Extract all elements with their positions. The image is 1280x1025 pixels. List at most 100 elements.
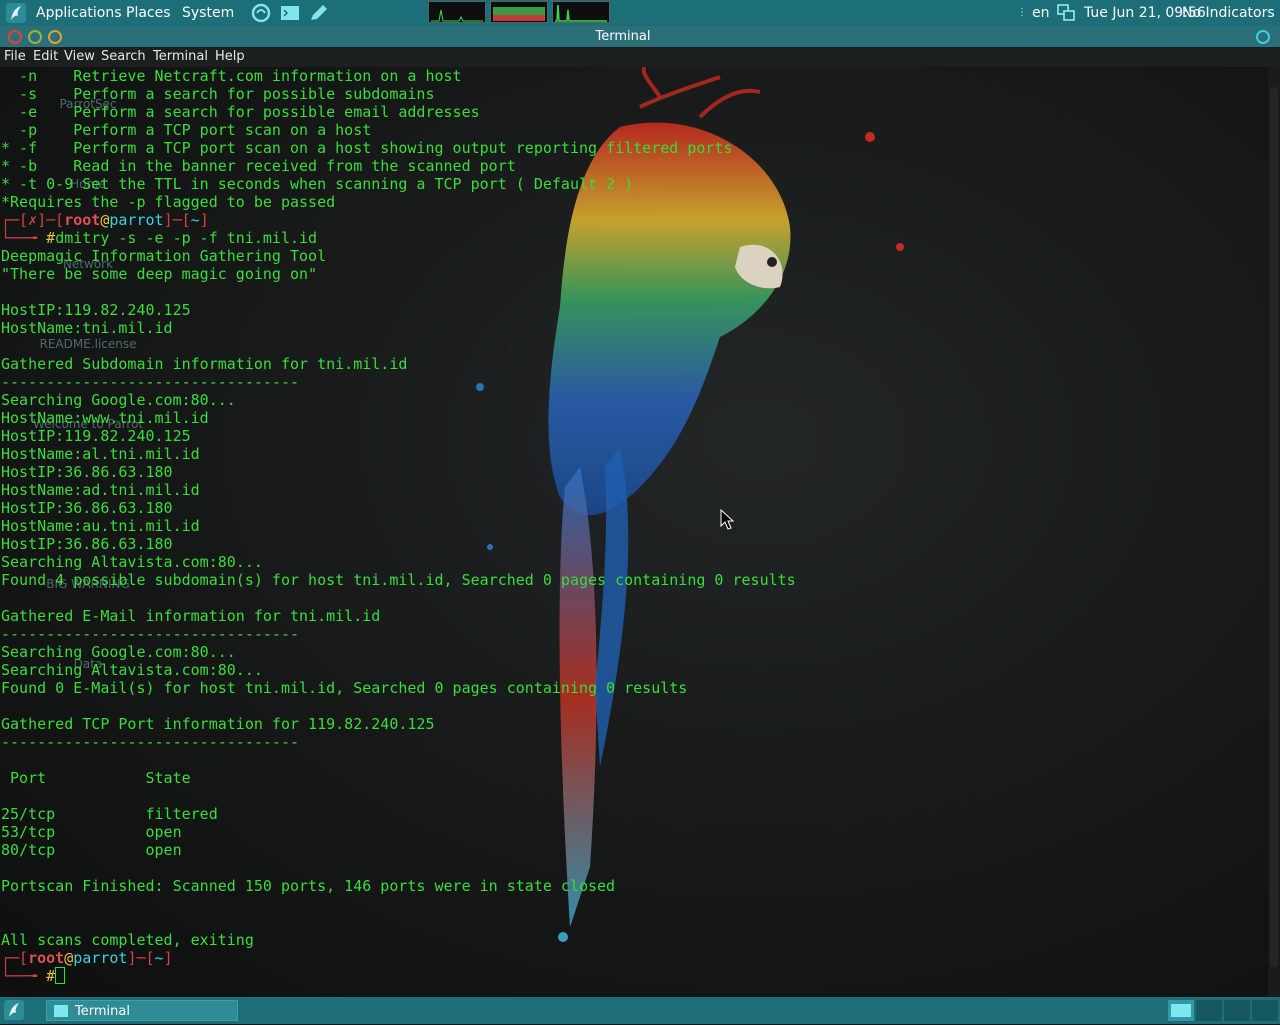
terminal-menubar: File Edit View Search Terminal Help [0,47,1280,67]
keyboard-layout[interactable]: en [1032,0,1050,26]
taskbar-terminal-button[interactable]: Terminal [46,1000,238,1021]
scrollbar-thumb[interactable] [1270,87,1278,967]
menu-search[interactable]: Search [101,47,146,67]
prompt-error-mark: ✗ [28,211,38,229]
output-line: Deepmagic Information Gathering Tool [1,247,327,265]
output-line: HostName:ad.tni.mil.id [1,481,200,499]
prompt-line: ┌─[root@parrot]─[~] [1,949,796,967]
output-line: HostName:www.tni.mil.id [1,409,209,427]
menu-view[interactable]: View [64,47,95,67]
output-line: HostIP:36.86.63.180 [1,535,173,553]
prompt-path: ~ [190,211,200,229]
top-panel: Applications Places System ⋮ en Tue Jun … [0,0,1280,26]
prompt-arrow: └──╼ [1,967,47,985]
prompt-hash: # [46,967,56,985]
prompt-host: parrot [73,949,128,967]
output-line: * -f Perform a TCP port scan on a host s… [1,139,733,157]
terminal-launcher-icon[interactable] [279,3,301,23]
command-line: └──╼ # [1,967,796,985]
prompt-bracket: ]─[ [163,211,191,229]
menu-applications[interactable]: Applications [36,0,122,26]
command-line: └──╼ #dmitry -s -e -p -f tni.mil.id [1,229,796,247]
output-line: Gathered Subdomain information for tni.m… [1,355,408,373]
output-line: Searching Google.com:80... [1,391,236,409]
menu-edit[interactable]: Edit [33,47,58,67]
editor-launcher-icon[interactable] [307,3,329,23]
output-line: 25/tcp filtered [1,805,218,823]
prompt-at: @ [64,949,74,967]
prompt-user: root [64,211,101,229]
terminal-area[interactable]: ParrotSec Home Network README.license We… [0,67,1268,997]
output-line: Searching Altavista.com:80... [1,553,263,571]
terminal-icon [54,1005,68,1017]
prompt-bracket: ]─[ [127,949,155,967]
workspace-1[interactable] [1168,1000,1194,1021]
prompt-bracket: ] [163,949,173,967]
workspace-3[interactable] [1224,1000,1250,1021]
output-line: -n Retrieve Netcraft.com information on … [1,67,462,85]
output-line: * -t 0-9 Set the TTL in seconds when sca… [1,175,634,193]
prompt-hash: # [46,229,56,247]
mouse-pointer-icon [720,509,735,530]
indicators-label[interactable]: No Indicators [1182,0,1275,26]
bottom-panel: Terminal [0,997,1280,1024]
parrot-launcher-icon[interactable] [250,3,272,23]
prompt-arrow: └──╼ [1,229,47,247]
terminal-cursor[interactable] [55,967,66,984]
taskbar-terminal-label: Terminal [75,1004,130,1019]
window-title: Terminal [595,29,651,44]
output-line: Portscan Finished: Scanned 150 ports, 14… [1,877,616,895]
prompt-line: ┌─[✗]─[root@parrot]─[~] [1,211,796,229]
output-line: * -b Read in the banner received from th… [1,157,516,175]
output-line: Searching Altavista.com:80... [1,661,263,679]
output-line: "There be some deep magic going on" [1,265,318,283]
output-line: -p Perform a TCP port scan on a host [1,121,372,139]
parrot-menu-icon[interactable] [6,3,26,23]
output-line: Found 4 possible subdomain(s) for host t… [1,571,796,589]
output-line: -e Perform a search for possible email a… [1,103,480,121]
network-icon[interactable] [1056,3,1076,23]
panel-handle-icon: ⋮ [1017,7,1027,18]
output-line: HostName:al.tni.mil.id [1,445,200,463]
menu-places[interactable]: Places [126,0,171,26]
output-line: HostIP:119.82.240.125 [1,301,191,319]
output-line: Searching Google.com:80... [1,643,236,661]
show-desktop-icon[interactable] [4,1000,24,1020]
menu-system[interactable]: System [182,0,234,26]
output-line: HostIP:36.86.63.180 [1,499,173,517]
terminal-output: -n Retrieve Netcraft.com information on … [1,67,796,985]
cpu-monitor [428,1,486,23]
menu-help[interactable]: Help [215,47,245,67]
memory-monitor [490,1,548,23]
output-line: HostIP:119.82.240.125 [1,427,191,445]
output-line: 80/tcp open [1,841,182,859]
prompt-bracket: ]─[ [37,211,65,229]
output-line: --------------------------------- [1,373,300,391]
output-line: HostName:tni.mil.id [1,319,173,337]
output-line: *Requires the -p flagged to be passed [1,193,336,211]
terminal-scrollbar[interactable] [1268,67,1280,997]
window-menu-button[interactable] [1256,30,1270,44]
workspace-2[interactable] [1196,1000,1222,1021]
menu-file[interactable]: File [4,47,26,67]
output-line: 53/tcp open [1,823,182,841]
output-line: All scans completed, exiting [1,931,254,949]
prompt-bracket: ┌─[ [1,211,29,229]
workspace-4[interactable] [1252,1000,1278,1021]
command-text: dmitry -s -e -p -f tni.mil.id [55,229,318,247]
output-line: -s Perform a search for possible subdoma… [1,85,435,103]
prompt-user: root [28,949,65,967]
output-line: HostName:au.tni.mil.id [1,517,200,535]
menu-terminal[interactable]: Terminal [153,47,208,67]
output-line: HostIP:36.86.63.180 [1,463,173,481]
window-titlebar[interactable]: Terminal [0,26,1280,47]
output-line: --------------------------------- [1,733,300,751]
